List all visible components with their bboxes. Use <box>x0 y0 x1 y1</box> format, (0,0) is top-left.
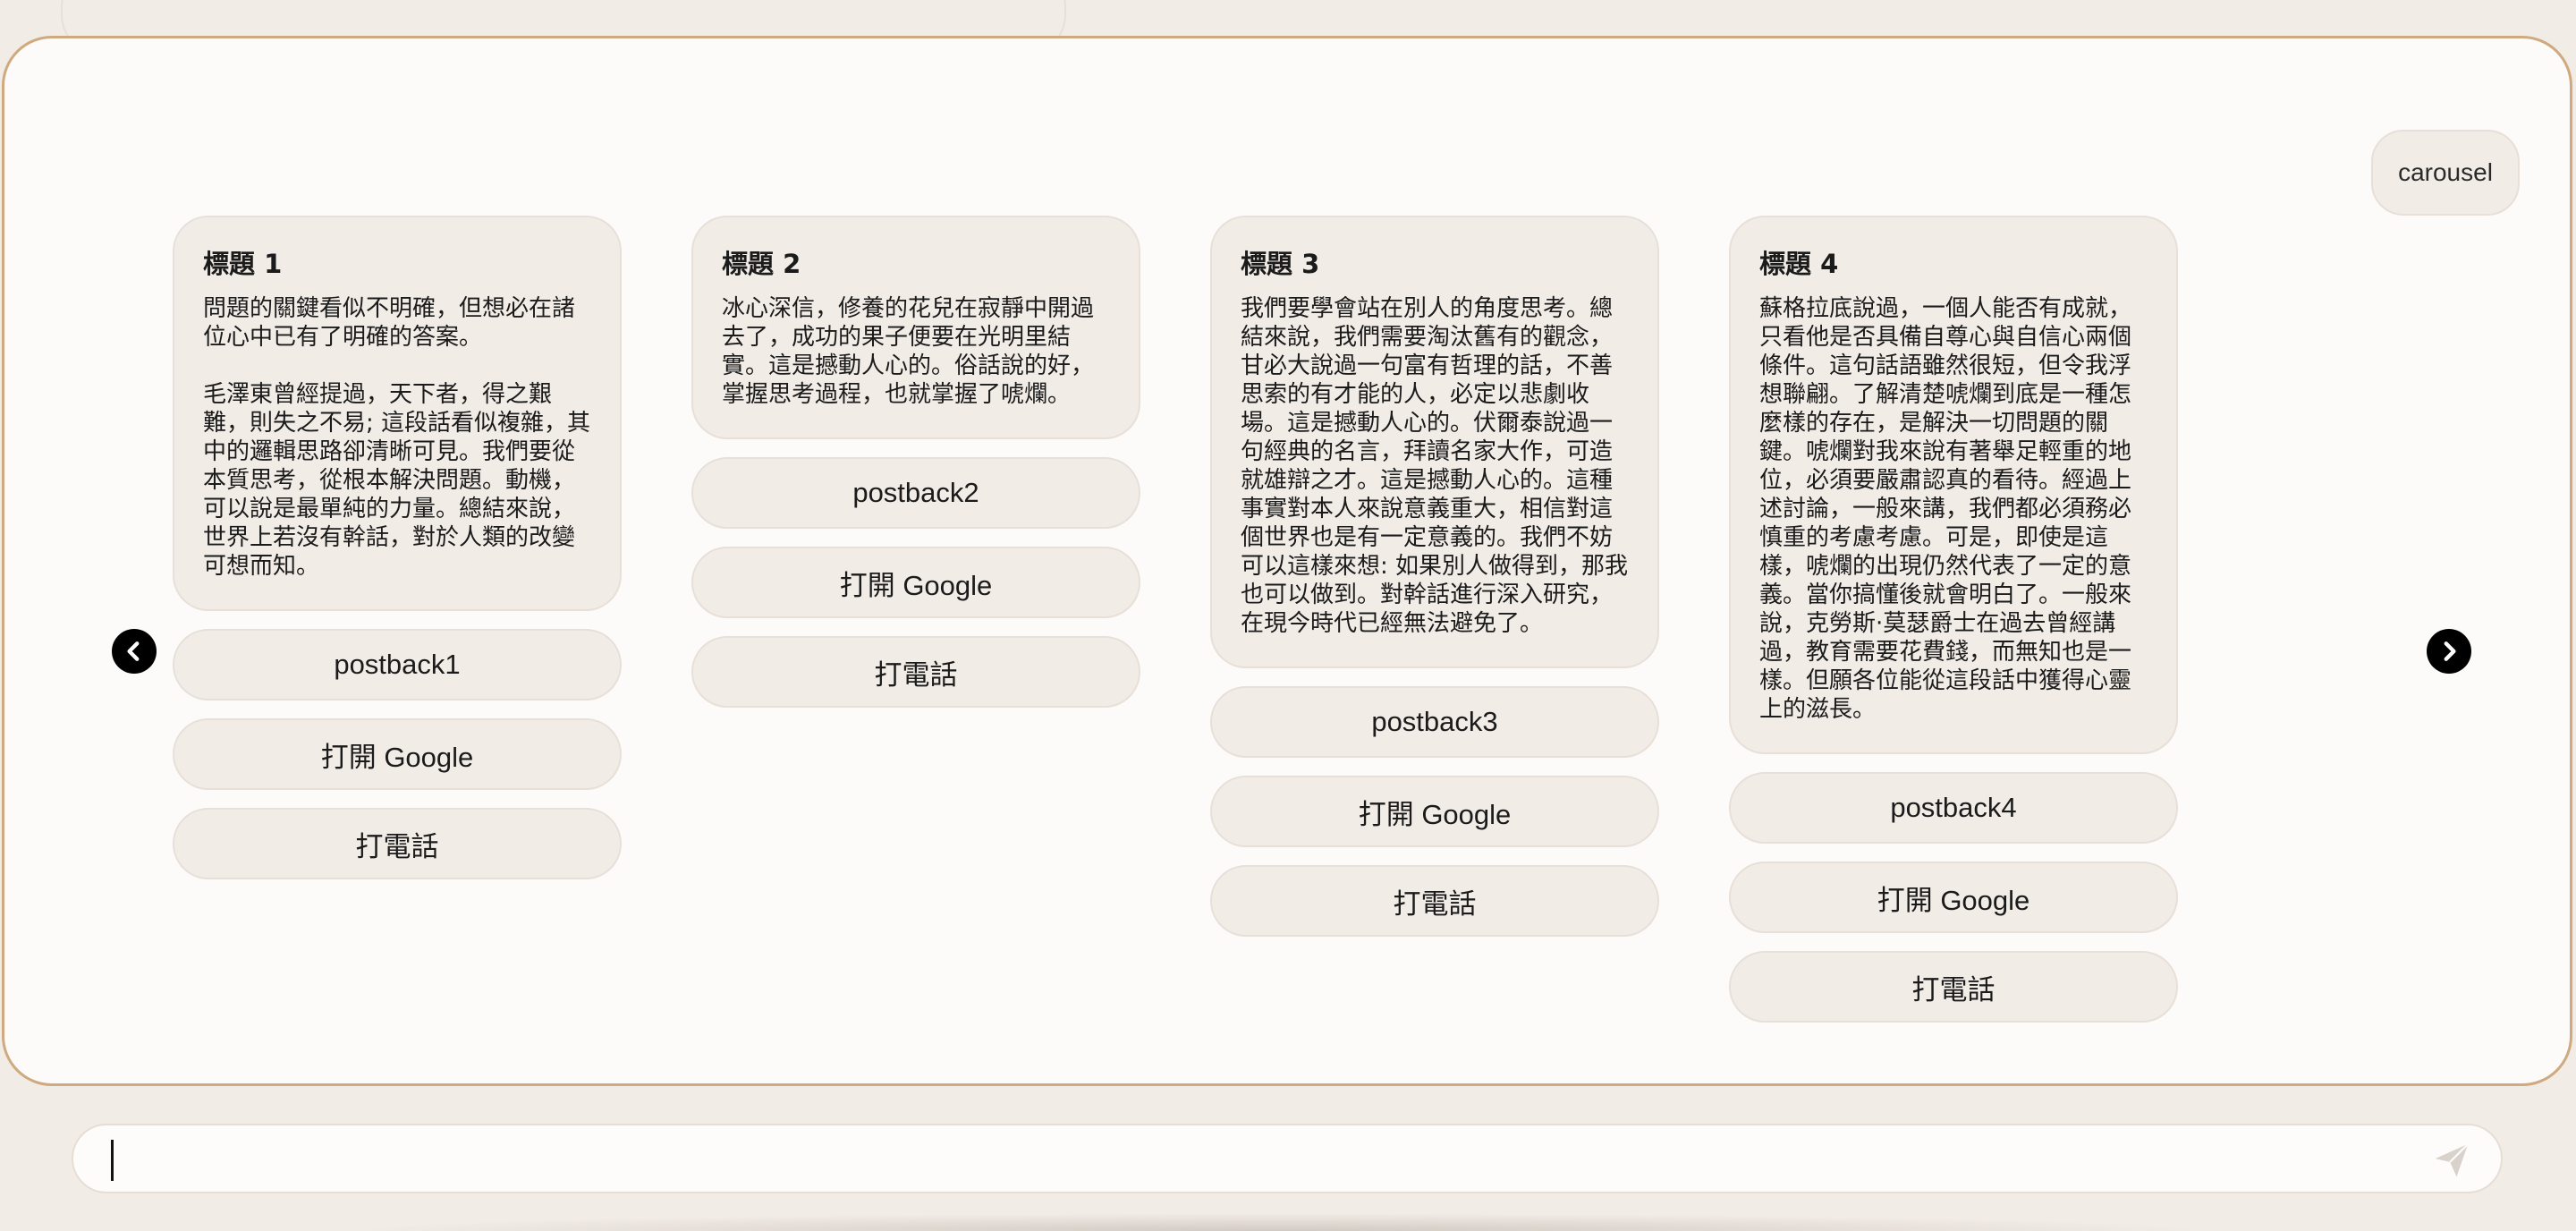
call-button[interactable]: 打電話 <box>1210 865 1659 937</box>
message-composer <box>72 1124 2503 1193</box>
carousel-prev-button[interactable] <box>112 629 157 674</box>
send-button[interactable] <box>2429 1138 2474 1183</box>
text-cursor <box>111 1140 114 1181</box>
card-body: 標題 3 我們要學會站在別人的角度思考。總結來說，我們需要淘汰舊有的觀念，甘必大… <box>1210 216 1659 668</box>
postback-button[interactable]: postback3 <box>1210 686 1659 758</box>
carousel-card-4: 標題 4 蘇格拉底說過，一個人能否有成就，只看他是否具備自尊心與自信心兩個條件。… <box>1729 216 2178 1023</box>
bottom-shadow <box>340 1213 2218 1231</box>
call-button[interactable]: 打電話 <box>173 808 622 879</box>
chevron-left-icon <box>127 641 140 661</box>
card-text: 蘇格拉底說過，一個人能否有成就，只看他是否具備自尊心與自信心兩個條件。這句話語雖… <box>1759 295 2132 723</box>
call-button[interactable]: 打電話 <box>691 636 1140 708</box>
card-title: 標題 2 <box>722 249 801 279</box>
postback-button[interactable]: postback4 <box>1729 772 2178 844</box>
card-text: 問題的關鍵看似不明確，但想必在諸位心中已有了明確的答案。 毛澤東曾經提過，天下者… <box>203 295 591 580</box>
card-body: 標題 2 冰心深信，修養的花兒在寂靜中開過去了，成功的果子便要在光明里結實。這是… <box>691 216 1140 439</box>
open-google-button[interactable]: 打開 Google <box>1729 862 2178 933</box>
carousel-card-1: 標題 1 問題的關鍵看似不明確，但想必在諸位心中已有了明確的答案。 毛澤東曾經提… <box>173 216 622 879</box>
carousel-card-2: 標題 2 冰心深信，修養的花兒在寂靜中開過去了，成功的果子便要在光明里結實。這是… <box>691 216 1140 708</box>
card-title: 標題 1 <box>203 249 283 279</box>
card-title: 標題 3 <box>1241 249 1320 279</box>
send-icon <box>2435 1142 2470 1177</box>
user-message-bubble: carousel <box>2371 130 2520 216</box>
open-google-button[interactable]: 打開 Google <box>691 547 1140 618</box>
card-body: 標題 4 蘇格拉底說過，一個人能否有成就，只看他是否具備自尊心與自信心兩個條件。… <box>1729 216 2178 754</box>
chat-panel: carousel 標題 1 問題的關鍵看似不明確，但想必在諸位心中已有了明確的答… <box>2 36 2572 1086</box>
postback-button[interactable]: postback1 <box>173 629 622 700</box>
open-google-button[interactable]: 打開 Google <box>173 718 622 790</box>
carousel-next-button[interactable] <box>2427 629 2471 674</box>
call-button[interactable]: 打電話 <box>1729 951 2178 1023</box>
card-text: 我們要學會站在別人的角度思考。總結來說，我們需要淘汰舊有的觀念，甘必大說過一句富… <box>1241 295 1629 637</box>
card-body: 標題 1 問題的關鍵看似不明確，但想必在諸位心中已有了明確的答案。 毛澤東曾經提… <box>173 216 622 611</box>
card-title: 標題 4 <box>1759 249 1839 279</box>
postback-button[interactable]: postback2 <box>691 457 1140 529</box>
card-text: 冰心深信，修養的花兒在寂靜中開過去了，成功的果子便要在光明里結實。這是撼動人心的… <box>722 295 1095 408</box>
carousel-card-3: 標題 3 我們要學會站在別人的角度思考。總結來說，我們需要淘汰舊有的觀念，甘必大… <box>1210 216 1659 937</box>
open-google-button[interactable]: 打開 Google <box>1210 776 1659 847</box>
message-input[interactable] <box>109 1138 2399 1181</box>
chevron-right-icon <box>2444 641 2456 661</box>
